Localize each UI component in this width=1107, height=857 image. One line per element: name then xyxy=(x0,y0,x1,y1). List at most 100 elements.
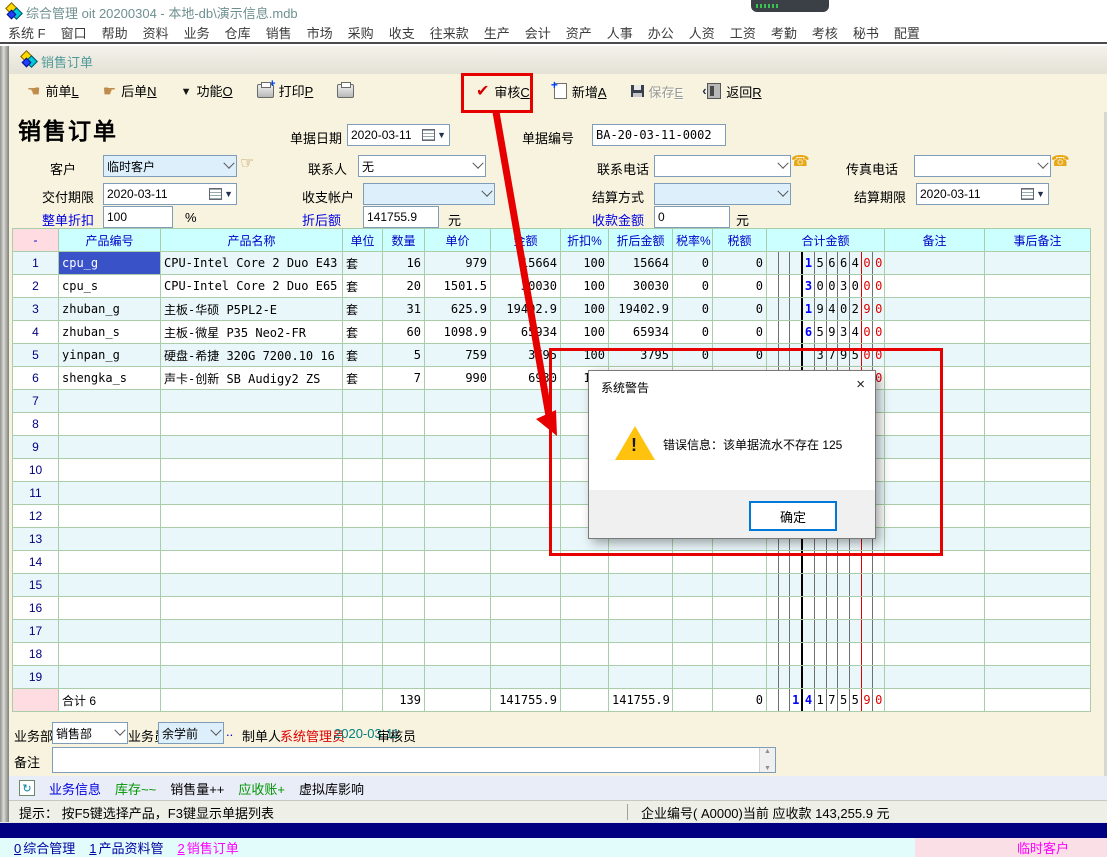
new-button[interactable]: 新增A xyxy=(554,82,607,101)
cell-remark[interactable] xyxy=(885,459,985,482)
cell-code[interactable]: zhuban_g xyxy=(59,298,161,321)
cell-remark[interactable] xyxy=(885,298,985,321)
cell-name[interactable] xyxy=(161,413,343,436)
cell-code[interactable] xyxy=(59,505,161,528)
cell-code[interactable] xyxy=(59,413,161,436)
cell-total-digits[interactable] xyxy=(767,597,885,620)
cell-name[interactable] xyxy=(161,505,343,528)
cell-tax[interactable]: 0 xyxy=(713,275,767,298)
menu-item[interactable]: 工资 xyxy=(730,23,756,42)
cell-price[interactable]: 990 xyxy=(425,367,491,390)
dept-combo[interactable]: 销售部 xyxy=(52,722,128,744)
cell-amount[interactable] xyxy=(491,505,561,528)
cell-post-remark[interactable] xyxy=(985,298,1091,321)
cell-code[interactable]: zhuban_s xyxy=(59,321,161,344)
print-button[interactable]: 打印P xyxy=(257,81,314,100)
functions-button[interactable]: 功能O xyxy=(181,81,233,100)
prev-doc-button[interactable]: 前单L xyxy=(27,81,79,100)
cell-post-remark[interactable] xyxy=(985,505,1091,528)
select-customer-icon[interactable] xyxy=(240,153,254,173)
cell-price[interactable] xyxy=(425,574,491,597)
table-row[interactable]: 4zhuban_s主板-微星 P35 Neo2-FR套601098.965934… xyxy=(13,321,1091,344)
cell-amount[interactable]: 65934 xyxy=(491,321,561,344)
cell-discount[interactable]: 100 xyxy=(561,275,609,298)
cell-name[interactable] xyxy=(161,620,343,643)
browse-dots-button[interactable]: .. xyxy=(226,724,233,739)
remark-scrollbar[interactable]: ▲▼ xyxy=(759,748,775,772)
cell-qty[interactable] xyxy=(383,436,425,459)
account-combo[interactable] xyxy=(363,183,495,205)
cell-qty[interactable] xyxy=(383,666,425,689)
cell-discount[interactable]: 100 xyxy=(561,321,609,344)
cell-remark[interactable] xyxy=(885,321,985,344)
cell-disc-amount[interactable]: 19402.9 xyxy=(609,298,673,321)
cell-name[interactable] xyxy=(161,643,343,666)
cell-code[interactable]: cpu_g xyxy=(59,252,161,275)
cell-code[interactable]: shengka_s xyxy=(59,367,161,390)
received-input[interactable]: 0 xyxy=(654,206,730,228)
cell-disc-amount[interactable] xyxy=(609,643,673,666)
cell-unit[interactable]: 套 xyxy=(343,367,383,390)
cell-price[interactable] xyxy=(425,551,491,574)
cell-amount[interactable] xyxy=(491,620,561,643)
cell-tax-rate[interactable]: 0 xyxy=(673,321,713,344)
contact-combo[interactable]: 无 xyxy=(358,155,486,177)
cell-amount[interactable] xyxy=(491,597,561,620)
cell-price[interactable] xyxy=(425,390,491,413)
cell-discount[interactable] xyxy=(561,643,609,666)
table-row[interactable]: 11 xyxy=(13,482,1091,505)
cell-post-remark[interactable] xyxy=(985,459,1091,482)
cell-unit[interactable] xyxy=(343,390,383,413)
cell-disc-amount[interactable]: 3795 xyxy=(609,344,673,367)
cell-amount[interactable] xyxy=(491,666,561,689)
cell-price[interactable] xyxy=(425,597,491,620)
cell-post-remark[interactable] xyxy=(985,436,1091,459)
table-row[interactable]: 7 xyxy=(13,390,1091,413)
cell-name[interactable] xyxy=(161,390,343,413)
cell-post-remark[interactable] xyxy=(985,413,1091,436)
table-row[interactable]: 2cpu_sCPU-Intel Core 2 Duo E65套201501.53… xyxy=(13,275,1091,298)
cell-name[interactable] xyxy=(161,436,343,459)
cell-total-digits[interactable]: 379500 xyxy=(767,344,885,367)
cell-post-remark[interactable] xyxy=(985,252,1091,275)
cell-remark[interactable] xyxy=(885,666,985,689)
cell-post-remark[interactable] xyxy=(985,482,1091,505)
business-info-item[interactable]: 销售量++ xyxy=(170,779,224,798)
cell-name[interactable] xyxy=(161,459,343,482)
menu-item[interactable]: 资料 xyxy=(143,23,169,42)
menu-item[interactable]: 人资 xyxy=(689,23,715,42)
cell-tax[interactable] xyxy=(713,620,767,643)
menu-item[interactable]: 考核 xyxy=(812,23,838,42)
cell-amount[interactable] xyxy=(491,413,561,436)
cell-post-remark[interactable] xyxy=(985,275,1091,298)
cell-unit[interactable] xyxy=(343,643,383,666)
fax-phone-icon[interactable] xyxy=(1051,152,1070,170)
cell-code[interactable] xyxy=(59,482,161,505)
cell-tax[interactable] xyxy=(713,574,767,597)
menu-item[interactable]: 系统 F xyxy=(8,23,46,42)
cell-discount[interactable] xyxy=(561,551,609,574)
cell-total-digits[interactable]: 6593400 xyxy=(767,321,885,344)
cell-price[interactable]: 1501.5 xyxy=(425,275,491,298)
cell-amount[interactable]: 6930 xyxy=(491,367,561,390)
cell-qty[interactable] xyxy=(383,551,425,574)
cell-post-remark[interactable] xyxy=(985,643,1091,666)
menu-item[interactable]: 会计 xyxy=(525,23,551,42)
cell-tax[interactable] xyxy=(713,551,767,574)
cell-name[interactable]: 声卡-创新 SB Audigy2 ZS xyxy=(161,367,343,390)
cell-price[interactable] xyxy=(425,528,491,551)
cell-post-remark[interactable] xyxy=(985,367,1091,390)
cell-qty[interactable]: 20 xyxy=(383,275,425,298)
cell-remark[interactable] xyxy=(885,597,985,620)
cell-post-remark[interactable] xyxy=(985,321,1091,344)
cell-discount[interactable]: 100 xyxy=(561,344,609,367)
table-row[interactable]: 16 xyxy=(13,597,1091,620)
table-row[interactable]: 10 xyxy=(13,459,1091,482)
cell-total-digits[interactable] xyxy=(767,551,885,574)
table-row[interactable]: 12 xyxy=(13,505,1091,528)
cell-name[interactable] xyxy=(161,528,343,551)
next-doc-button[interactable]: 后单N xyxy=(103,81,157,100)
menu-item[interactable]: 往来款 xyxy=(430,23,469,42)
cell-total-digits[interactable] xyxy=(767,643,885,666)
discounted-input[interactable]: 141755.9 xyxy=(363,206,439,228)
